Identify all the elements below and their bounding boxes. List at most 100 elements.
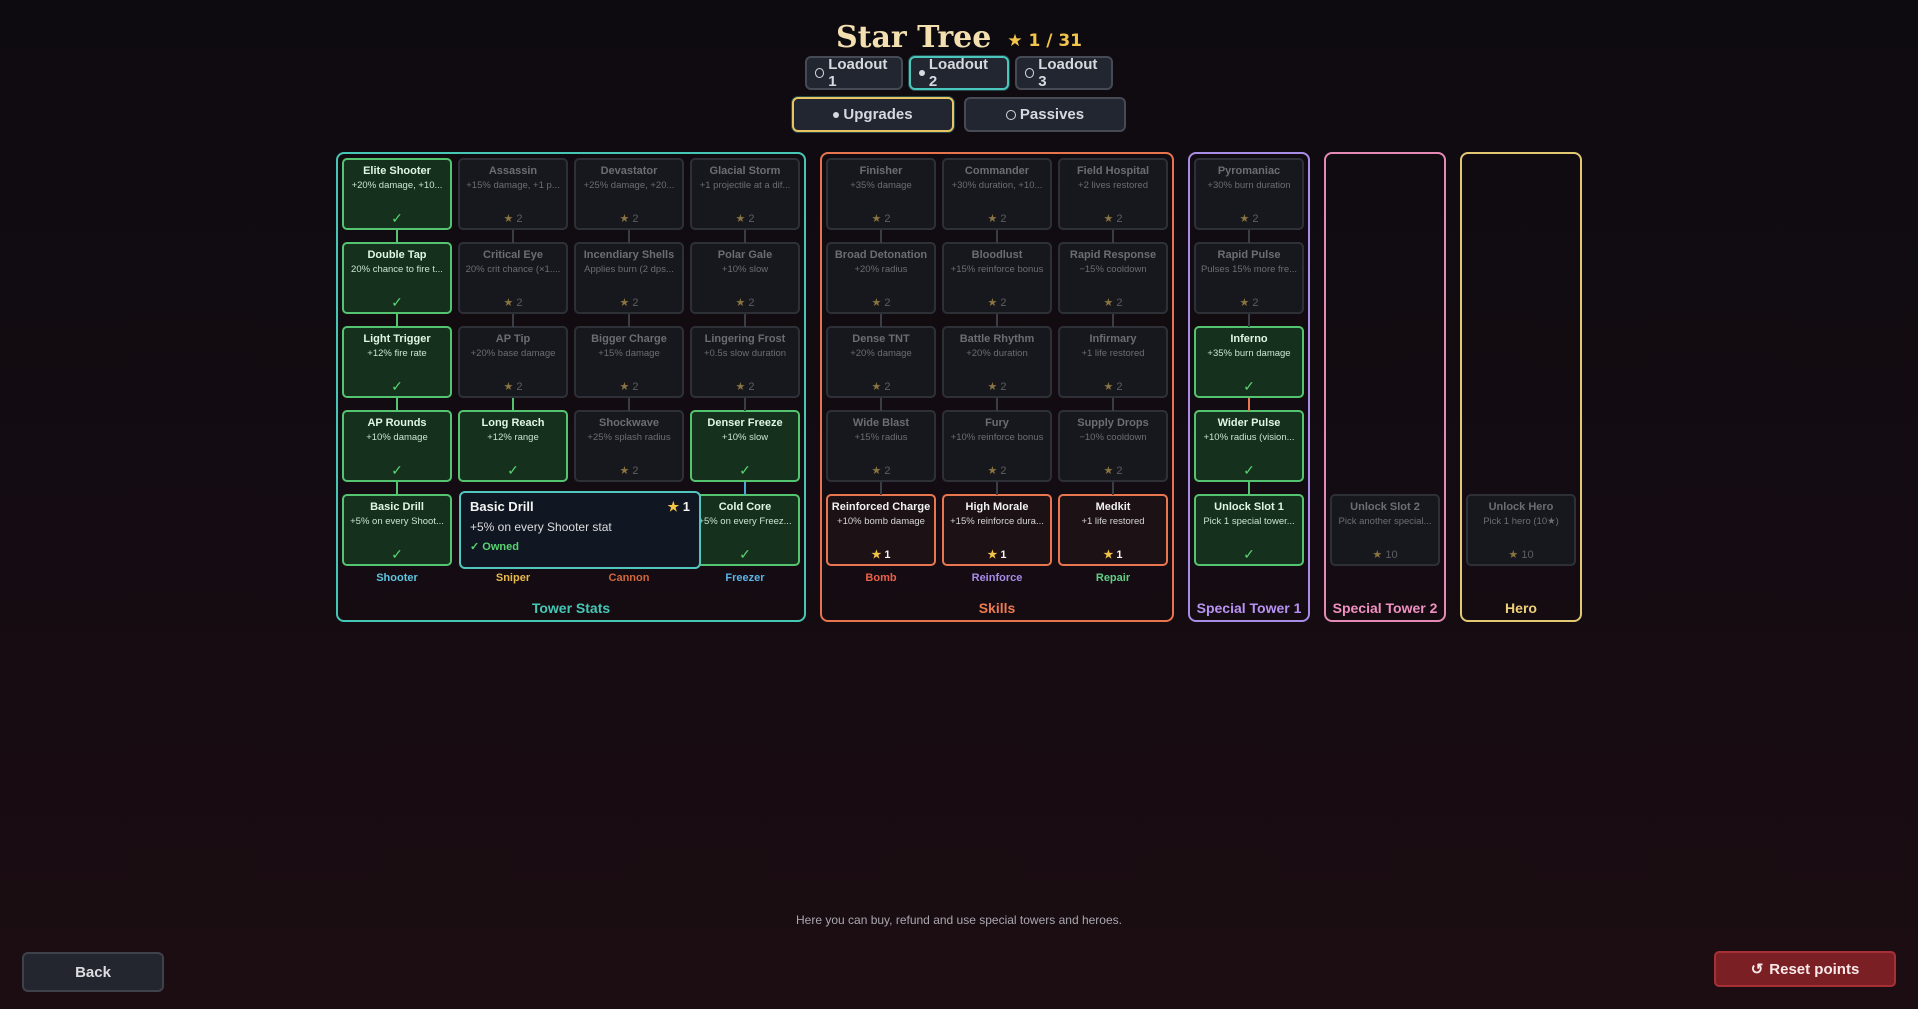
- node-dense-tnt[interactable]: Dense TNT +20% damage ★ 2: [826, 326, 936, 398]
- node-fury[interactable]: Fury +10% reinforce bonus ★ 2: [942, 410, 1052, 482]
- node-cost: ★ 2: [1103, 213, 1123, 225]
- node-description: +10% slow: [721, 432, 769, 443]
- node-name: Polar Gale: [717, 249, 773, 261]
- node-pyromaniac[interactable]: Pyromaniac +30% burn duration ★ 2: [1194, 158, 1304, 230]
- tower-stats-label: Tower Stats: [531, 600, 611, 616]
- node-description: +25% damage, +20...: [583, 180, 675, 191]
- tree-connector: [512, 230, 514, 243]
- node-name: Infirmary: [1089, 333, 1137, 345]
- node-description: +5% on every Shoot...: [350, 516, 444, 527]
- star-icon: ★: [1239, 213, 1250, 225]
- node-cold-core[interactable]: Cold Core +5% on every Freez... ✓: [690, 494, 800, 566]
- loadout-2-button[interactable]: Loadout 2: [909, 56, 1009, 90]
- node-high-morale[interactable]: High Morale +15% reinforce dura... ★ 1: [942, 494, 1052, 566]
- node-medkit[interactable]: Medkit +1 life restored ★ 1: [1058, 494, 1168, 566]
- node-name: Long Reach: [481, 417, 545, 429]
- node-description: +15% radius: [854, 432, 908, 443]
- loadout-3-button[interactable]: Loadout 3: [1015, 56, 1113, 90]
- node-basic-drill[interactable]: Basic Drill +5% on every Shoot... ✓: [342, 494, 452, 566]
- check-icon: ✓: [391, 546, 403, 562]
- node-name: Bloodlust: [971, 249, 1023, 261]
- node-wider-pulse[interactable]: Wider Pulse +10% radius (vision... ✓: [1194, 410, 1304, 482]
- check-icon: ✓: [1243, 462, 1255, 478]
- node-polar-gale[interactable]: Polar Gale +10% slow ★ 2: [690, 242, 800, 314]
- node-light-trigger[interactable]: Light Trigger +12% fire rate ✓: [342, 326, 452, 398]
- node-unlock-slot-2[interactable]: Unlock Slot 2 Pick another special... ★ 10: [1330, 494, 1440, 566]
- node-cost: ★ 2: [987, 381, 1007, 393]
- node-glacial-storm[interactable]: Glacial Storm +1 projectile at a dif... ★ …: [690, 158, 800, 230]
- star-icon: ★: [987, 297, 998, 309]
- node-bloodlust[interactable]: Bloodlust +15% reinforce bonus ★ 2: [942, 242, 1052, 314]
- node-ap-tip[interactable]: AP Tip +20% base damage ★ 2: [458, 326, 568, 398]
- loadout-2-label: Loadout 2: [928, 56, 989, 90]
- star-icon: ★: [503, 213, 514, 225]
- node-devastator[interactable]: Devastator +25% damage, +20... ★ 2: [574, 158, 684, 230]
- node-cost: ★ 2: [619, 297, 639, 309]
- node-name: AP Tip: [495, 333, 531, 345]
- node-critical-eye[interactable]: Critical Eye 20% crit chance (×1.... ★ 2: [458, 242, 568, 314]
- tree-connector: [880, 398, 882, 411]
- star-icon: ★: [619, 381, 630, 393]
- node-inferno[interactable]: Inferno +35% burn damage ✓: [1194, 326, 1304, 398]
- node-name: Rapid Response: [1069, 249, 1157, 261]
- node-infirmary[interactable]: Infirmary +1 life restored ★ 2: [1058, 326, 1168, 398]
- node-wide-blast[interactable]: Wide Blast +15% radius ★ 2: [826, 410, 936, 482]
- node-cost: ★ 2: [871, 297, 891, 309]
- node-unlock-slot-1[interactable]: Unlock Slot 1 Pick 1 special tower... ✓: [1194, 494, 1304, 566]
- tree-connector: [744, 314, 746, 327]
- node-cost: ★ 2: [735, 213, 755, 225]
- node-name: Pyromaniac: [1217, 165, 1281, 177]
- tab-upgrades[interactable]: Upgrades: [792, 97, 954, 132]
- node-name: Supply Drops: [1077, 417, 1149, 429]
- node-field-hospital[interactable]: Field Hospital +2 lives restored ★ 2: [1058, 158, 1168, 230]
- node-supply-drops[interactable]: Supply Drops −10% cooldown ★ 2: [1058, 410, 1168, 482]
- radio-icon: [1025, 68, 1035, 78]
- node-name: Double Tap: [367, 249, 427, 261]
- node-rapid-pulse[interactable]: Rapid Pulse Pulses 15% more fre... ★ 2: [1194, 242, 1304, 314]
- loadout-1-button[interactable]: Loadout 1: [805, 56, 903, 90]
- tree-connector: [512, 398, 514, 411]
- node-rapid-response[interactable]: Rapid Response −15% cooldown ★ 2: [1058, 242, 1168, 314]
- node-assassin[interactable]: Assassin +15% damage, +1 p... ★ 2: [458, 158, 568, 230]
- star-icon: ★: [1508, 549, 1519, 561]
- node-reinforced-charge[interactable]: Reinforced Charge +10% bomb damage ★ 1: [826, 494, 936, 566]
- node-unlock-hero[interactable]: Unlock Hero Pick 1 hero (10★) ★ 10: [1466, 494, 1576, 566]
- node-description: +10% bomb damage: [837, 516, 925, 527]
- node-cost: ★ 2: [503, 381, 523, 393]
- check-icon: ✓: [391, 294, 403, 310]
- node-name: High Morale: [965, 501, 1029, 513]
- node-denser-freeze[interactable]: Denser Freeze +10% slow ✓: [690, 410, 800, 482]
- tab-passives[interactable]: Passives: [964, 97, 1126, 132]
- node-name: Shockwave: [599, 417, 659, 429]
- page-title: Star Tree: [835, 20, 992, 55]
- node-battle-rhythm[interactable]: Battle Rhythm +20% duration ★ 2: [942, 326, 1052, 398]
- node-broad-detonation[interactable]: Broad Detonation +20% radius ★ 2: [826, 242, 936, 314]
- node-elite-shooter[interactable]: Elite Shooter +20% damage, +10... ✓: [342, 158, 452, 230]
- tab-bar: Upgrades Passives: [0, 97, 1918, 132]
- star-icon: ★: [871, 465, 882, 477]
- tree-connector: [1248, 230, 1250, 243]
- star-icon: ★: [1103, 549, 1114, 561]
- tab-passives-label: Passives: [1019, 106, 1085, 123]
- node-lingering-frost[interactable]: Lingering Frost +0.5s slow duration ★ 2: [690, 326, 800, 398]
- node-shockwave[interactable]: Shockwave +25% splash radius ★ 2: [574, 410, 684, 482]
- node-double-tap[interactable]: Double Tap 20% chance to fire t... ✓: [342, 242, 452, 314]
- tree-connector: [1112, 314, 1114, 327]
- node-long-reach[interactable]: Long Reach +12% range ✓: [458, 410, 568, 482]
- node-incendiary-shells[interactable]: Incendiary Shells Applies burn (2 dps... ★…: [574, 242, 684, 314]
- node-commander[interactable]: Commander +30% duration, +10... ★ 2: [942, 158, 1052, 230]
- node-cost: ★ 2: [735, 297, 755, 309]
- star-icon: ★: [987, 213, 998, 225]
- node-cost: ★ 1: [1103, 549, 1123, 561]
- back-button[interactable]: Back: [22, 952, 164, 992]
- node-bigger-charge[interactable]: Bigger Charge +15% damage ★ 2: [574, 326, 684, 398]
- node-finisher[interactable]: Finisher +35% damage ★ 2: [826, 158, 936, 230]
- node-ap-rounds[interactable]: AP Rounds +10% damage ✓: [342, 410, 452, 482]
- node-cost: ★ 2: [1239, 213, 1259, 225]
- star-icon: ★: [667, 499, 680, 514]
- node-cost: ★ 2: [1103, 381, 1123, 393]
- node-name: Lingering Frost: [704, 333, 786, 345]
- reset-points-button[interactable]: ↺ Reset points: [1714, 951, 1896, 987]
- tooltip-status: ✓ Owned: [470, 541, 519, 553]
- check-icon: ✓: [391, 210, 403, 226]
